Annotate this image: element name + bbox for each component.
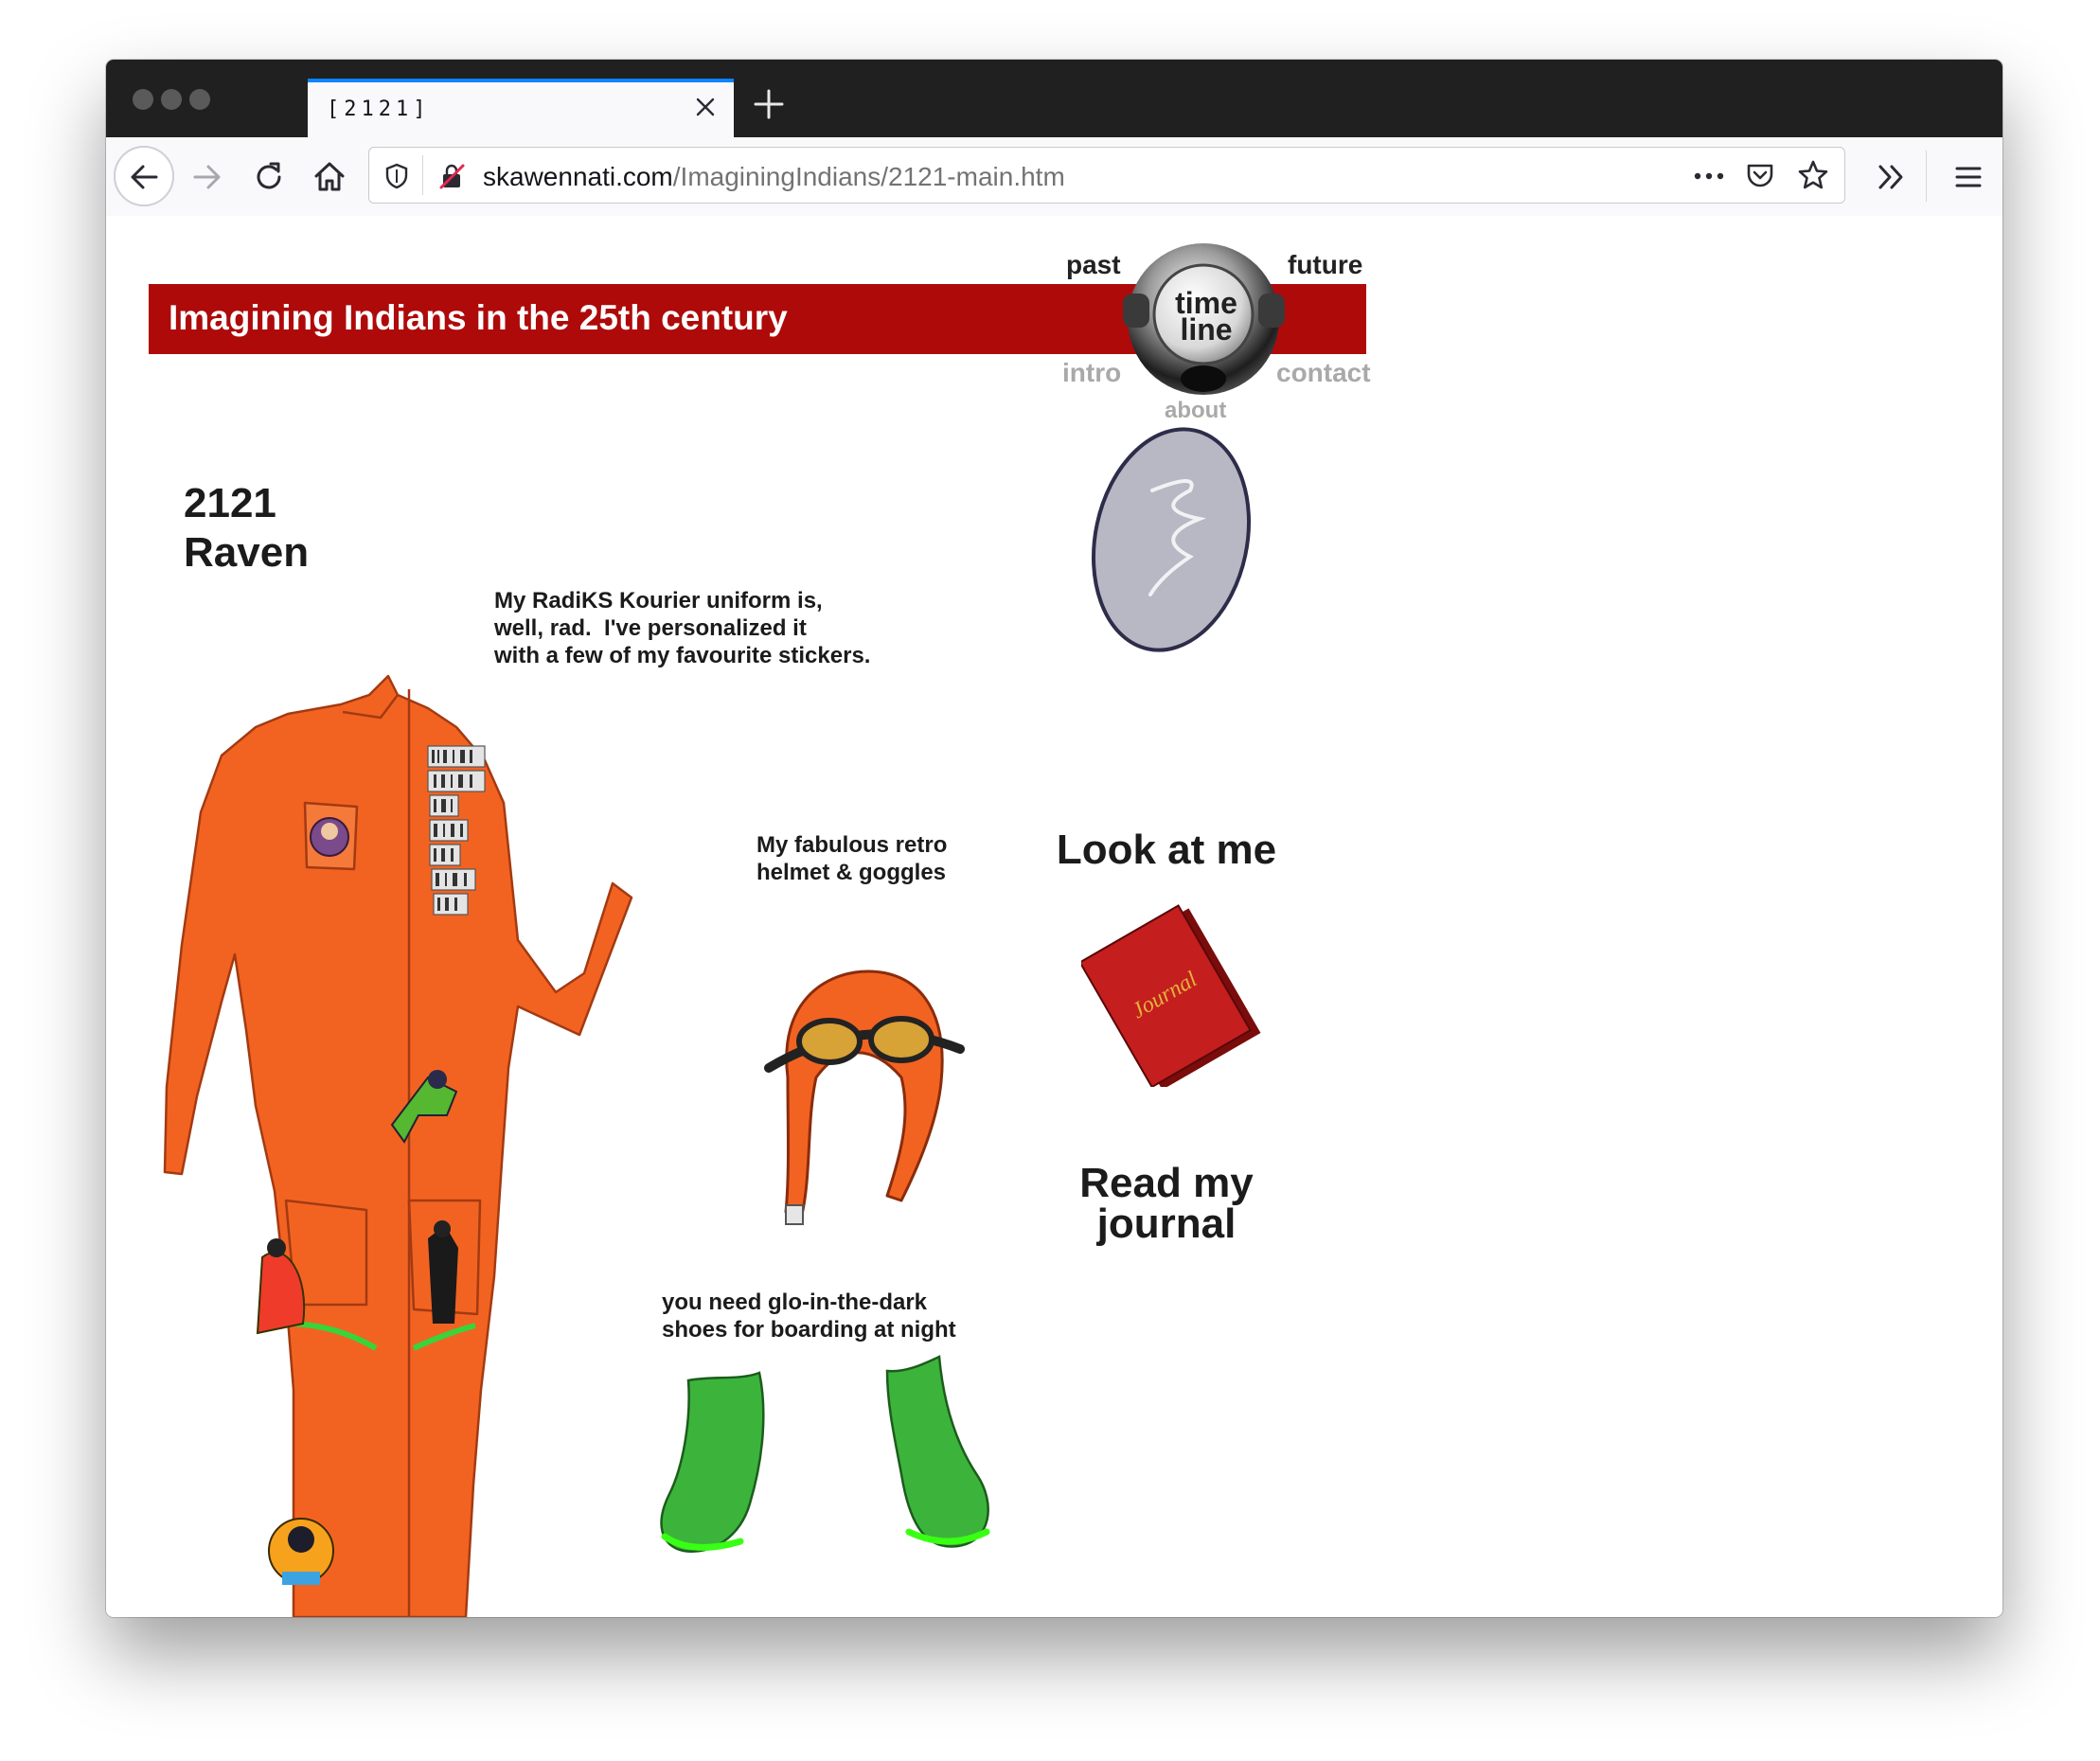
read-journal-link[interactable]: Read my journal <box>1053 1160 1280 1247</box>
nav-contact-link[interactable]: contact <box>1276 358 1371 388</box>
glow-shoes-image[interactable] <box>655 1352 1015 1579</box>
page-content: Imagining Indians in the 25th century pa… <box>106 216 2002 1617</box>
url-text[interactable]: skawennati.com/ImaginingIndians/2121-mai… <box>483 162 1065 192</box>
pocket-icon[interactable] <box>1745 160 1775 190</box>
url-divider <box>422 155 423 195</box>
read-journal-line2: journal <box>1096 1201 1237 1247</box>
minimize-window-dot[interactable] <box>161 89 182 110</box>
bookmark-star-icon[interactable] <box>1797 159 1829 191</box>
nav-toolbar: skawennati.com/ImaginingIndians/2121-mai… <box>106 137 2002 217</box>
shoes-caption: you need glo-in-the-dark shoes for board… <box>662 1290 956 1343</box>
helmet-caption: My fabulous retro helmet & goggles <box>756 832 948 885</box>
zoom-window-dot[interactable] <box>189 89 210 110</box>
close-window-dot[interactable] <box>133 89 153 110</box>
hamburger-menu-icon[interactable] <box>1948 156 1989 198</box>
insecure-lock-icon[interactable] <box>437 162 466 190</box>
back-button[interactable] <box>114 146 174 206</box>
read-journal-line1: Read my <box>1079 1160 1254 1206</box>
uniform-caption: My RadiKS Kourier uniform is, well, rad.… <box>494 588 871 668</box>
mirror-image[interactable] <box>1086 424 1256 661</box>
tab-title: [2121] <box>327 98 431 121</box>
url-path: /ImaginingIndians/2121-main.htm <box>672 162 1065 191</box>
kourier-uniform-image[interactable] <box>144 670 655 1617</box>
timeline-label[interactable]: time line <box>1159 288 1254 347</box>
home-icon[interactable] <box>309 156 350 198</box>
tab-active[interactable]: [2121] <box>308 79 734 137</box>
timeline-line2: line <box>1180 312 1233 347</box>
nav-past-link[interactable]: past <box>1066 250 1121 280</box>
look-at-me-link[interactable]: Look at me <box>1053 829 1280 871</box>
tracking-shield-icon[interactable] <box>383 162 411 190</box>
browser-window: [2121] skawennati.com/ImaginingIndians/2… <box>106 60 2002 1617</box>
forward-arrow-icon[interactable] <box>187 156 229 198</box>
page-heading: 2121 Raven <box>184 479 309 578</box>
journal-book-image[interactable]: Journal <box>1081 898 1271 1087</box>
page-actions-icon[interactable] <box>1690 162 1728 190</box>
year-title: 2121 <box>184 480 276 526</box>
reload-icon[interactable] <box>248 156 290 198</box>
banner-title: Imagining Indians in the 25th century <box>169 298 788 337</box>
back-arrow-icon <box>131 165 158 189</box>
url-domain: skawennati.com <box>483 162 673 191</box>
overflow-chevrons-icon[interactable] <box>1871 156 1913 198</box>
toolbar-divider <box>1926 151 1927 202</box>
nav-intro-link[interactable]: intro <box>1062 358 1121 388</box>
helmet-goggles-image[interactable] <box>759 964 968 1238</box>
url-bar[interactable]: skawennati.com/ImaginingIndians/2121-mai… <box>368 147 1845 204</box>
nav-future-link[interactable]: future <box>1288 250 1362 280</box>
tab-bar: [2121] <box>106 60 2002 137</box>
new-tab-icon[interactable] <box>753 88 785 120</box>
character-name: Raven <box>184 529 310 576</box>
close-tab-icon[interactable] <box>694 96 717 118</box>
